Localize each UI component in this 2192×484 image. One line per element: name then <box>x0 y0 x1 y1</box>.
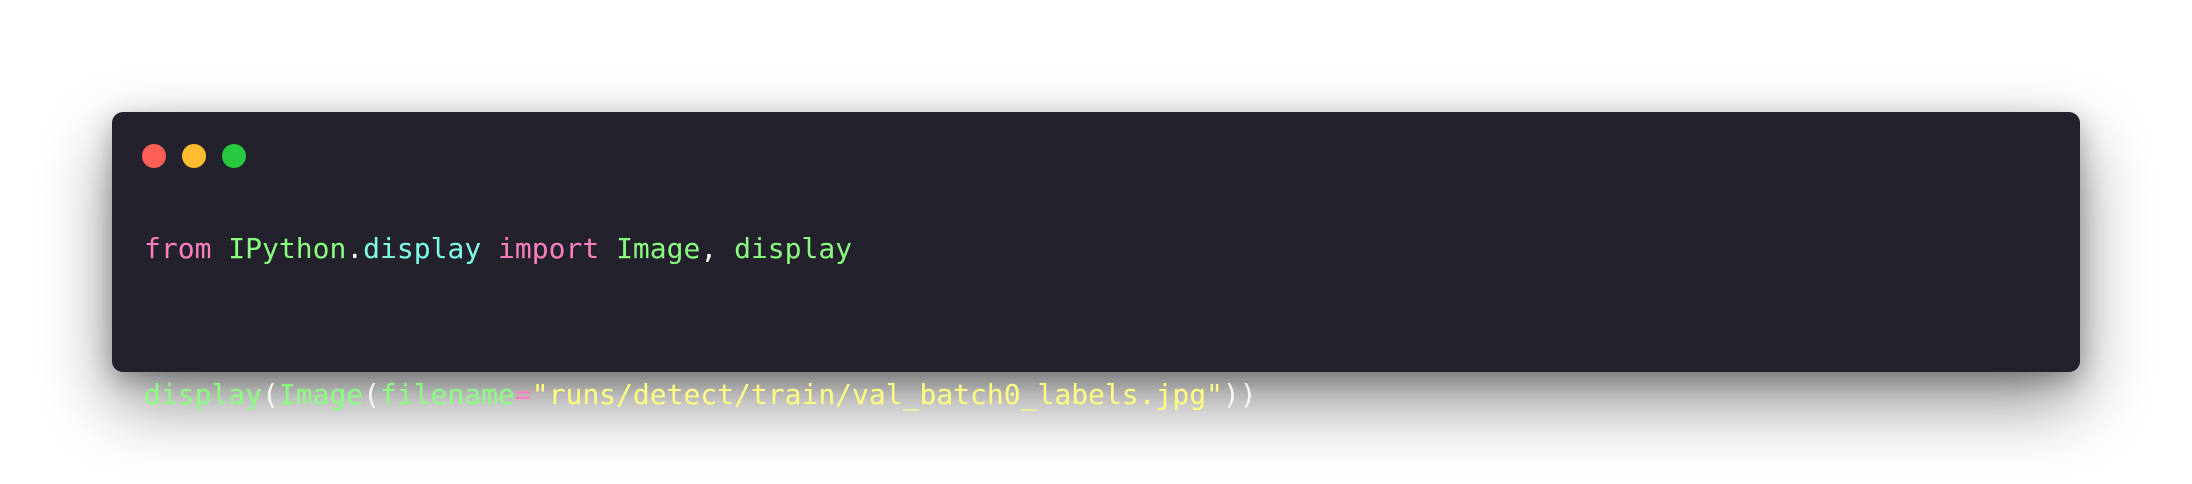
screenshot-canvas: from IPython.display import Image, displ… <box>0 0 2192 484</box>
minimize-dot-icon[interactable] <box>182 144 206 168</box>
dot-operator: . <box>346 232 364 265</box>
paren-open: ( <box>262 378 279 411</box>
class-image: Image <box>278 378 364 411</box>
code-line-import: from IPython.display import Image, displ… <box>144 212 1257 285</box>
kwarg-filename: filename <box>380 378 515 411</box>
close-dot-icon[interactable] <box>142 144 166 168</box>
function-display: display <box>144 378 263 411</box>
paren-open-inner: ( <box>363 378 381 411</box>
comma: , <box>700 232 718 265</box>
paren-close: )) <box>1222 378 1257 411</box>
imported-name-image: Image <box>616 232 701 265</box>
maximize-dot-icon[interactable] <box>222 144 246 168</box>
string-literal-path: "runs/detect/train/val_batch0_labels.jpg… <box>531 378 1223 411</box>
equals-operator: = <box>514 378 532 411</box>
code-block: from IPython.display import Image, displ… <box>144 212 1257 431</box>
code-window: from IPython.display import Image, displ… <box>112 112 2080 411</box>
keyword-from: from <box>144 232 212 265</box>
module-name: IPython <box>228 232 347 265</box>
window-controls <box>142 144 246 168</box>
submodule-name: display <box>363 232 482 265</box>
keyword-import: import <box>498 232 600 265</box>
imported-name-display: display <box>734 232 853 265</box>
code-line-call: display(Image(filename="runs/detect/trai… <box>144 358 1257 431</box>
